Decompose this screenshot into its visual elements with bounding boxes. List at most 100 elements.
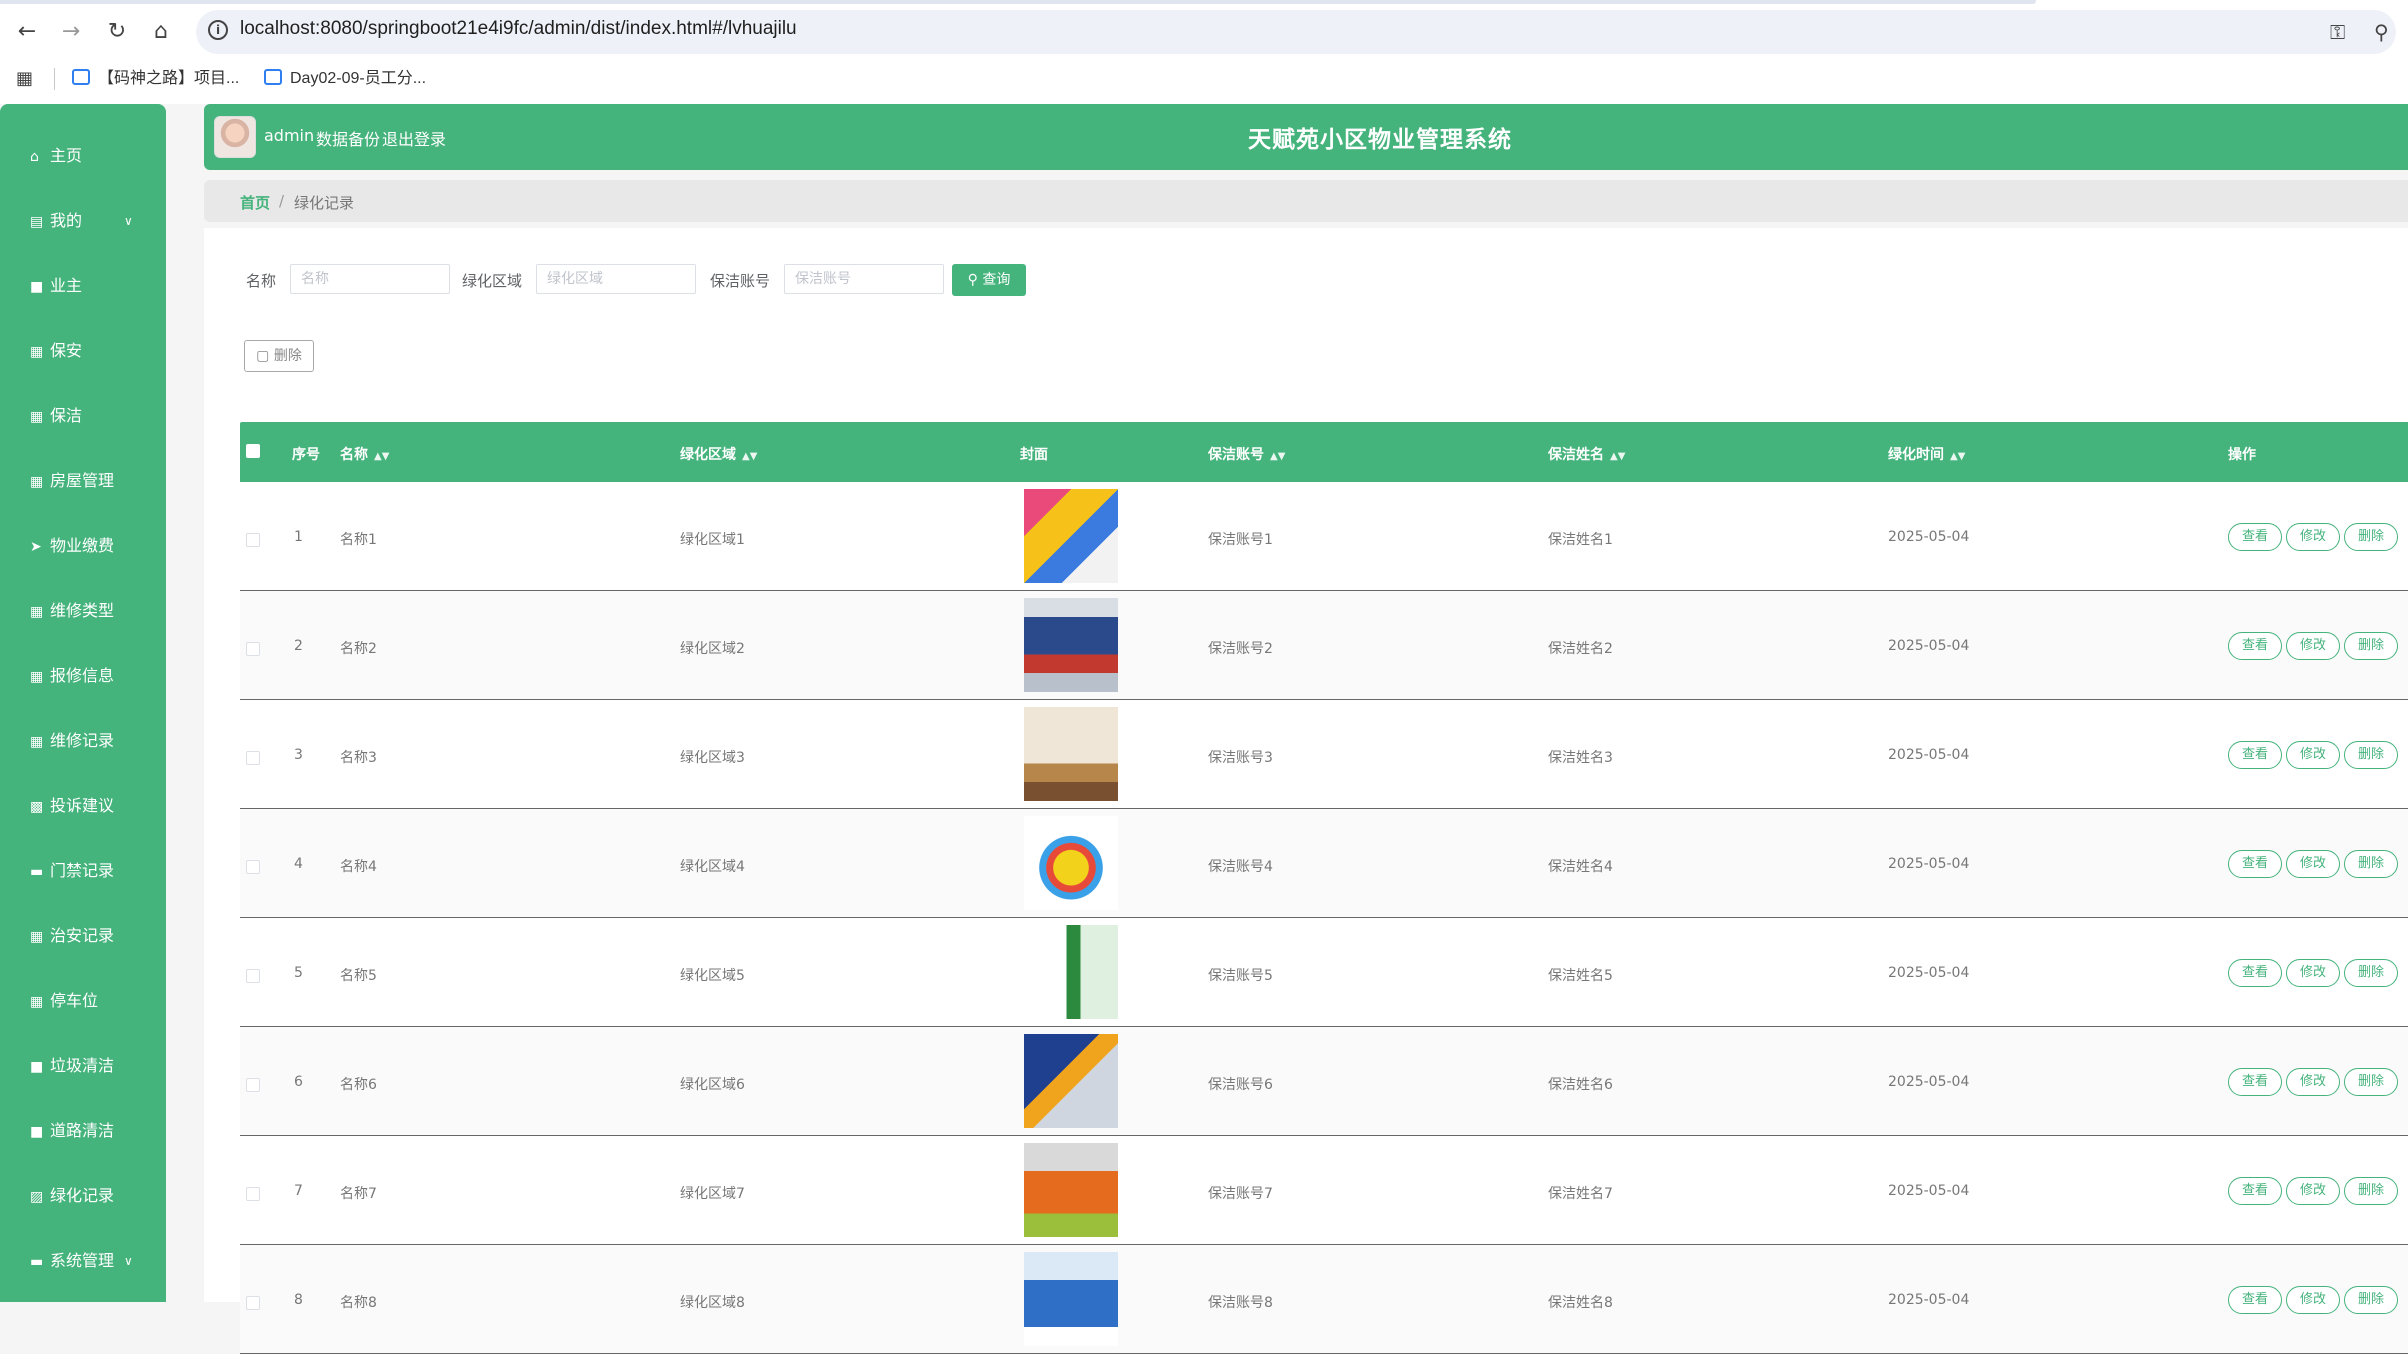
breadcrumb-home-link[interactable]: 首页 [240, 192, 270, 213]
sidebar-item-fee[interactable]: ➤ 物业缴费 [30, 531, 114, 561]
col-date[interactable]: 绿化时间 ▲▼ [1888, 444, 1965, 464]
zoom-icon[interactable]: ⚲ [2374, 20, 2389, 44]
logout-link[interactable]: 退出登录 [382, 126, 446, 150]
edit-button[interactable]: 修改 [2286, 1068, 2340, 1096]
row-checkbox[interactable] [246, 1187, 260, 1201]
cover-image[interactable] [1024, 816, 1118, 910]
sidebar-item-greening[interactable]: ▨ 绿化记录 [30, 1181, 114, 1211]
cover-image[interactable] [1024, 707, 1118, 801]
bookmarks-divider [54, 68, 55, 90]
edit-button[interactable]: 修改 [2286, 632, 2340, 660]
sidebar-item-security[interactable]: ▦ 保安 [30, 336, 82, 366]
row-checkbox[interactable] [246, 642, 260, 656]
sort-icon[interactable]: ▲▼ [742, 451, 757, 462]
chevron-down-icon[interactable]: ∨ [124, 1254, 133, 1268]
cover-image[interactable] [1024, 1034, 1118, 1128]
query-button[interactable]: ⚲ 查询 [952, 264, 1026, 296]
view-button[interactable]: 查看 [2228, 959, 2282, 987]
cell-date: 2025-05-04 [1888, 1074, 1970, 1090]
view-button[interactable]: 查看 [2228, 632, 2282, 660]
bookmark-item[interactable]: Day02-09-员工分... [264, 66, 426, 92]
sidebar-item-garbage[interactable]: ■ 垃圾清洁 [30, 1051, 114, 1081]
delete-button[interactable]: 删除 [2344, 632, 2398, 660]
delete-button[interactable]: 删除 [2344, 523, 2398, 551]
name-filter-label: 名称 [246, 272, 277, 290]
delete-button[interactable]: 删除 [2344, 1286, 2398, 1314]
view-button[interactable]: 查看 [2228, 1286, 2282, 1314]
edit-button[interactable]: 修改 [2286, 959, 2340, 987]
row-checkbox[interactable] [246, 1296, 260, 1310]
sort-icon[interactable]: ▲▼ [1610, 451, 1625, 462]
reload-icon[interactable]: ↻ [102, 17, 132, 47]
row-checkbox[interactable] [246, 1078, 260, 1092]
forward-arrow-icon[interactable]: → [56, 17, 86, 47]
cover-image[interactable] [1024, 925, 1118, 1019]
view-button[interactable]: 查看 [2228, 741, 2282, 769]
chevron-down-icon[interactable]: ∨ [124, 214, 133, 228]
cell-cleaner: 保洁姓名4 [1548, 859, 1613, 875]
trash-icon: ■ [30, 1124, 44, 1140]
sidebar-item-repair-type[interactable]: ▦ 维修类型 [30, 596, 114, 626]
cover-image[interactable] [1024, 598, 1118, 692]
account-filter-input[interactable] [784, 264, 944, 294]
sidebar-item-complaint[interactable]: ▩ 投诉建议 [30, 791, 114, 821]
sidebar-item-parking[interactable]: ▦ 停车位 [30, 986, 98, 1016]
sidebar-item-mine[interactable]: ▤ 我的 [30, 206, 82, 236]
sidebar-item-system[interactable]: ▬ 系统管理 [30, 1246, 114, 1276]
view-button[interactable]: 查看 [2228, 1177, 2282, 1205]
batch-delete-button[interactable]: ▢ 删除 [244, 340, 314, 372]
row-checkbox[interactable] [246, 533, 260, 547]
apps-grid-icon[interactable]: ▦ [16, 70, 34, 88]
cell-date: 2025-05-04 [1888, 747, 1970, 763]
col-date-label: 绿化时间 [1888, 447, 1944, 463]
row-checkbox[interactable] [246, 751, 260, 765]
row-checkbox[interactable] [246, 860, 260, 874]
sidebar-item-house[interactable]: ▦ 房屋管理 [30, 466, 114, 496]
name-filter-input[interactable] [290, 264, 450, 294]
sort-icon[interactable]: ▲▼ [1950, 451, 1965, 462]
sort-icon[interactable]: ▲▼ [374, 451, 389, 462]
select-all-checkbox[interactable] [246, 444, 260, 458]
view-button[interactable]: 查看 [2228, 850, 2282, 878]
edit-button[interactable]: 修改 [2286, 741, 2340, 769]
col-cleaner[interactable]: 保洁姓名 ▲▼ [1548, 444, 1625, 464]
view-button[interactable]: 查看 [2228, 523, 2282, 551]
col-account[interactable]: 保洁账号 ▲▼ [1208, 444, 1285, 464]
sidebar-item-owner[interactable]: ■ 业主 [30, 271, 82, 301]
edit-button[interactable]: 修改 [2286, 1177, 2340, 1205]
back-arrow-icon[interactable]: ← [12, 17, 42, 47]
table-header: 序号 名称 ▲▼ 绿化区域 ▲▼ 封面 保洁账号 ▲▼ 保洁姓名 ▲▼ 绿化时间 ▲▼ 操… [240, 422, 2408, 482]
row-checkbox[interactable] [246, 969, 260, 983]
sidebar-item-patrol[interactable]: ▦ 治安记录 [30, 921, 114, 951]
user-icon: ■ [30, 279, 44, 295]
sidebar-item-home[interactable]: ⌂ 主页 [30, 141, 82, 171]
cover-image[interactable] [1024, 489, 1118, 583]
delete-button[interactable]: 删除 [2344, 959, 2398, 987]
sidebar-item-repair-info[interactable]: ▦ 报修信息 [30, 661, 114, 691]
backup-link[interactable]: 数据备份 [316, 126, 380, 150]
area-filter-input[interactable] [536, 264, 696, 294]
edit-button[interactable]: 修改 [2286, 1286, 2340, 1314]
sidebar-item-repair-record[interactable]: ▦ 维修记录 [30, 726, 114, 756]
delete-button[interactable]: 删除 [2344, 850, 2398, 878]
edit-button[interactable]: 修改 [2286, 523, 2340, 551]
sidebar-item-access[interactable]: ▬ 门禁记录 [30, 856, 114, 886]
cover-image[interactable] [1024, 1143, 1118, 1237]
password-key-icon[interactable]: ⚿ [2330, 20, 2345, 44]
avatar[interactable] [214, 116, 256, 158]
sidebar-item-cleaner[interactable]: ▦ 保洁 [30, 401, 82, 431]
col-name[interactable]: 名称 ▲▼ [340, 444, 389, 464]
delete-button[interactable]: 删除 [2344, 741, 2398, 769]
cover-image[interactable] [1024, 1252, 1118, 1346]
view-button[interactable]: 查看 [2228, 1068, 2282, 1096]
sort-icon[interactable]: ▲▼ [1270, 451, 1285, 462]
delete-button[interactable]: 删除 [2344, 1177, 2398, 1205]
bookmark-item[interactable]: 【码神之路】项目... [72, 66, 239, 92]
col-area[interactable]: 绿化区域 ▲▼ [680, 444, 757, 464]
delete-button[interactable]: 删除 [2344, 1068, 2398, 1096]
edit-button[interactable]: 修改 [2286, 850, 2340, 878]
url-text[interactable]: localhost:8080/springboot21e4i9fc/admin/… [240, 18, 797, 40]
sidebar-item-road[interactable]: ■ 道路清洁 [30, 1116, 114, 1146]
site-info-icon[interactable]: i [208, 20, 228, 40]
home-icon[interactable]: ⌂ [146, 17, 176, 47]
